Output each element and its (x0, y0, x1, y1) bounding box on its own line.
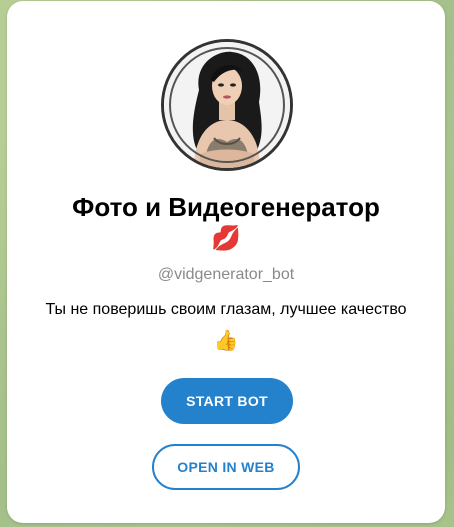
bot-username: @vidgenerator_bot (157, 266, 295, 283)
avatar-ring (169, 47, 285, 163)
thumbs-up-emoji-icon: 👍 (213, 330, 239, 352)
bot-description: Ты не поверишь своим глазам, лучшее каче… (45, 301, 407, 318)
lips-emoji-icon: 💋 (211, 225, 241, 252)
open-in-web-button[interactable]: OPEN IN WEB (152, 444, 300, 490)
bot-avatar (161, 39, 293, 171)
start-bot-button[interactable]: START BOT (161, 378, 293, 424)
bot-title: Фото и Видеогенератор (72, 192, 380, 222)
bot-profile-card: Фото и Видеогенератор 💋 @vidgenerator_bo… (7, 1, 445, 523)
